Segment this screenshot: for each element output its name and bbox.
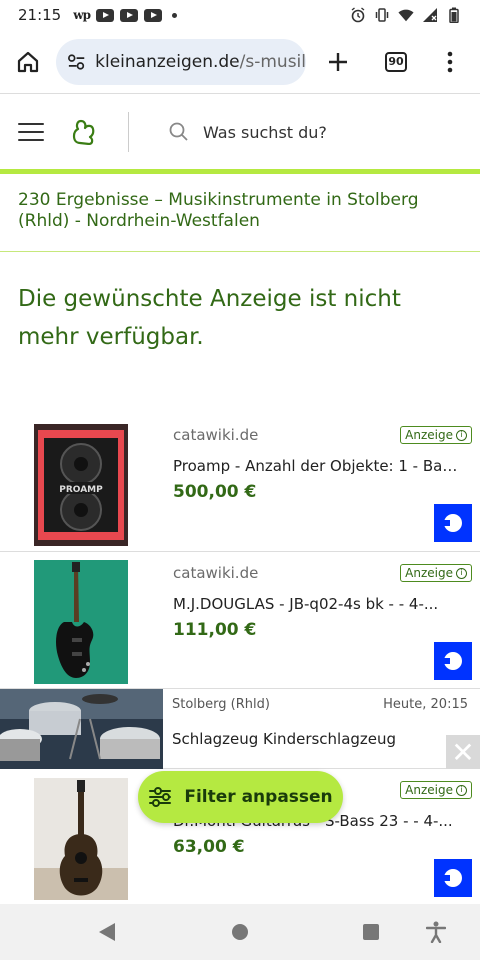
more-vertical-icon xyxy=(447,51,453,72)
url-text[interactable]: kleinanzeigen.de/s-musil xyxy=(95,52,306,72)
search-icon xyxy=(169,122,188,141)
circle-icon xyxy=(232,924,248,940)
alarm-icon xyxy=(350,7,366,23)
youtube-icon xyxy=(119,8,138,22)
listing-image xyxy=(34,560,128,684)
battery-icon xyxy=(446,7,462,23)
search-field[interactable]: Was suchst du? xyxy=(169,122,327,142)
catawiki-logo xyxy=(434,859,472,897)
results-heading: 230 Ergebnisse – Musikinstrumente in Sto… xyxy=(18,190,419,231)
signal-icon xyxy=(422,7,438,23)
filter-sliders-icon xyxy=(149,787,172,807)
status-bar: 21:15 wp xyxy=(0,0,480,30)
url-host: kleinanzeigen.de xyxy=(95,51,240,72)
listing-time: Heute, 20:15 xyxy=(383,697,468,712)
dot-icon xyxy=(171,12,177,18)
catawiki-logo xyxy=(434,642,472,680)
results-divider xyxy=(0,251,480,252)
accessibility-icon xyxy=(426,921,446,943)
square-icon xyxy=(363,924,379,940)
ad-badge[interactable]: Anzeige i xyxy=(400,426,472,444)
unavailable-message: Die gewünschte Anzeige ist nicht mehr ve… xyxy=(18,286,401,350)
listing-source: catawiki.de xyxy=(173,564,259,582)
ad-badge[interactable]: Anzeige i xyxy=(400,781,472,799)
youtube-icon xyxy=(95,8,114,22)
listing-item[interactable]: PROAMP catawiki.de Anzeige i Proamp - Anz… xyxy=(0,414,480,552)
notification-icons: wp xyxy=(73,8,177,22)
ad-badge-label: Anzeige xyxy=(405,428,453,442)
home-button[interactable] xyxy=(10,44,46,80)
filter-button[interactable]: Filter anpassen xyxy=(138,771,343,823)
listing-image: PROAMP xyxy=(34,424,128,546)
listing-price: 500,00 € xyxy=(173,482,257,502)
listing-item[interactable]: catawiki.de Anzeige i M.J.DOUGLAS - JB-q0… xyxy=(0,552,480,689)
browser-menu-button[interactable] xyxy=(432,44,468,80)
listing-title: Proamp - Anzahl der Objekte: 1 - Bass-..… xyxy=(173,457,463,475)
listing-image xyxy=(0,689,163,769)
ad-badge-label: Anzeige xyxy=(405,566,453,580)
listing-item[interactable]: Stolberg (Rhld) Heute, 20:15 Schlagzeug … xyxy=(0,689,480,769)
info-icon: i xyxy=(456,567,467,579)
new-tab-button[interactable] xyxy=(320,44,356,80)
url-bar[interactable]: kleinanzeigen.de/s-musil xyxy=(56,38,306,85)
plus-icon xyxy=(329,52,347,71)
back-button[interactable] xyxy=(98,922,116,942)
listing-image xyxy=(34,778,128,900)
listing-price: 111,00 € xyxy=(173,620,257,640)
catawiki-logo xyxy=(434,504,472,542)
kleinanzeigen-logo[interactable] xyxy=(72,119,98,145)
tab-switcher-button[interactable]: 90 xyxy=(378,44,414,80)
home-nav-button[interactable] xyxy=(231,923,249,941)
back-icon xyxy=(99,923,115,941)
washington-post-icon: wp xyxy=(73,8,91,22)
home-icon xyxy=(17,51,39,72)
filter-button-label: Filter anpassen xyxy=(184,787,333,807)
youtube-icon xyxy=(143,8,162,22)
proamp-image-text: PROAMP xyxy=(59,485,103,495)
ad-badge-label: Anzeige xyxy=(405,783,453,797)
wifi-icon xyxy=(398,7,414,23)
listing-source: catawiki.de xyxy=(173,426,259,444)
ad-badge[interactable]: Anzeige i xyxy=(400,564,472,582)
header-divider xyxy=(128,112,129,152)
status-time: 21:15 xyxy=(18,6,62,24)
url-path: /s-musil xyxy=(239,51,306,72)
site-settings-icon[interactable] xyxy=(66,51,87,73)
recents-button[interactable] xyxy=(362,923,380,941)
info-icon: i xyxy=(456,784,467,796)
search-placeholder: Was suchst du? xyxy=(203,122,327,142)
system-icons xyxy=(350,7,462,23)
accessibility-button[interactable] xyxy=(426,921,446,943)
listing-title: Schlagzeug Kinderschlagzeug xyxy=(172,730,397,748)
close-icon: ✕ xyxy=(451,735,475,769)
listing-price: 63,00 € xyxy=(173,837,245,857)
browser-toolbar: kleinanzeigen.de/s-musil 90 xyxy=(0,30,480,94)
listing-title: M.J.DOUGLAS - JB-q02-4s bk - - 4-... xyxy=(173,595,439,613)
tab-count: 90 xyxy=(385,51,407,72)
vibrate-icon xyxy=(374,7,390,23)
close-button[interactable]: ✕ xyxy=(446,735,480,769)
info-icon: i xyxy=(456,429,467,441)
listing-location: Stolberg (Rhld) xyxy=(172,697,270,712)
site-header: Was suchst du? xyxy=(0,95,480,169)
header-accent-rule xyxy=(0,169,480,174)
system-nav-bar xyxy=(0,904,480,960)
menu-icon[interactable] xyxy=(18,123,44,141)
